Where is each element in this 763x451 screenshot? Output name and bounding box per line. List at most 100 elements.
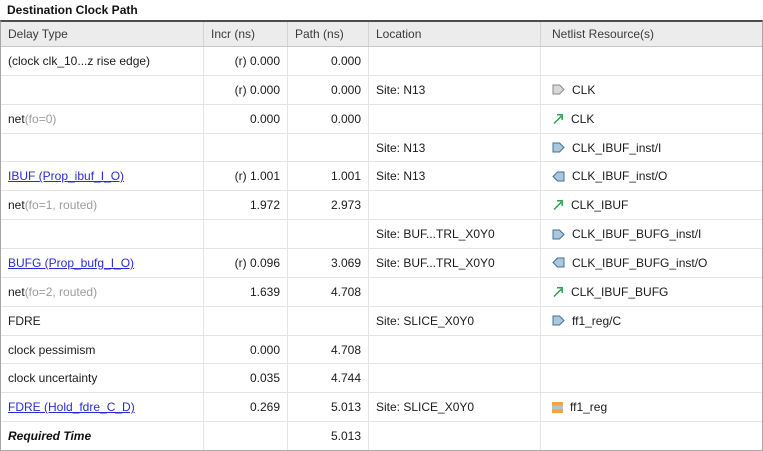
table-row[interactable]: clock uncertainty0.0354.744 — [1, 364, 762, 393]
delay-type-label: (clock clk_10...z rise edge) — [8, 54, 150, 68]
netlist-resource-label[interactable]: CLK_IBUF — [571, 198, 628, 212]
delay-type-cell: FDRE — [1, 307, 204, 335]
path-ns-cell: 4.708 — [288, 336, 369, 364]
net-icon — [552, 113, 564, 125]
delay-type-label: net — [8, 198, 25, 212]
net-icon — [552, 286, 564, 298]
delay-type-cell — [1, 76, 204, 104]
delay-type-annotation: (fo=2, routed) — [25, 285, 97, 299]
table-row[interactable]: (r) 0.0000.000Site: N13CLK — [1, 76, 762, 105]
table-row[interactable]: FDRE (Hold_fdre_C_D)0.2695.013Site: SLIC… — [1, 393, 762, 422]
incr-ns-cell: 0.000 — [204, 336, 288, 364]
destination-clock-path-table: Delay Type Incr (ns) Path (ns) Location … — [0, 20, 763, 451]
table-row[interactable]: IBUF (Prop_ibuf_I_O) (r) 1.0011.001Site: … — [1, 162, 762, 191]
table-row[interactable]: Site: BUF...TRL_X0Y0 CLK_IBUF_BUFG_inst/I — [1, 220, 762, 249]
delay-type-cell: IBUF (Prop_ibuf_I_O) — [1, 162, 204, 190]
location-cell — [369, 278, 541, 306]
path-ns-cell: 5.013 — [288, 422, 369, 450]
pin-output-icon — [552, 171, 565, 182]
incr-ns-cell — [204, 220, 288, 248]
column-header-location[interactable]: Location — [369, 22, 541, 46]
delay-type-link[interactable]: IBUF (Prop_ibuf_I_O) — [8, 169, 124, 183]
delay-type-cell: BUFG (Prop_bufg_I_O) — [1, 249, 204, 277]
cell-icon — [552, 402, 563, 413]
delay-type-annotation: (fo=0) — [25, 112, 57, 126]
path-ns-cell — [288, 307, 369, 335]
table-row[interactable]: clock pessimism0.0004.708 — [1, 336, 762, 365]
table-row[interactable]: net (fo=1, routed)1.9722.973CLK_IBUF — [1, 191, 762, 220]
netlist-resource-cell: CLK — [541, 105, 762, 133]
netlist-resource-label[interactable]: ff1_reg — [570, 400, 607, 414]
column-header-path-ns[interactable]: Path (ns) — [288, 22, 369, 46]
location-cell: Site: SLICE_X0Y0 — [369, 393, 541, 421]
path-ns-cell: 5.013 — [288, 393, 369, 421]
delay-type-cell: net (fo=2, routed) — [1, 278, 204, 306]
incr-ns-cell — [204, 134, 288, 162]
incr-ns-cell: 1.972 — [204, 191, 288, 219]
path-ns-cell: 0.000 — [288, 105, 369, 133]
delay-type-cell: clock uncertainty — [1, 364, 204, 392]
table-row[interactable]: Site: N13CLK_IBUF_inst/I — [1, 134, 762, 163]
location-cell: Site: BUF...TRL_X0Y0 — [369, 249, 541, 277]
table-row[interactable]: FDRE Site: SLICE_X0Y0 ff1_reg/C — [1, 307, 762, 336]
delay-type-link[interactable]: BUFG (Prop_bufg_I_O) — [8, 256, 134, 270]
netlist-resource-cell: CLK — [541, 76, 762, 104]
netlist-resource-cell — [541, 47, 762, 75]
column-header-delay-type[interactable]: Delay Type — [1, 22, 204, 46]
delay-type-cell: Required Time — [1, 422, 204, 450]
delay-type-annotation: (fo=1, routed) — [25, 198, 97, 212]
path-ns-cell: 4.744 — [288, 364, 369, 392]
column-header-netlist-resources[interactable]: Netlist Resource(s) — [541, 22, 762, 46]
delay-type-link[interactable]: FDRE (Hold_fdre_C_D) — [8, 400, 135, 414]
table-row[interactable]: Required Time 5.013 — [1, 422, 762, 450]
table-body: (clock clk_10...z rise edge)(r) 0.0000.0… — [1, 47, 762, 450]
path-ns-cell: 2.973 — [288, 191, 369, 219]
netlist-resource-label[interactable]: CLK — [571, 112, 594, 126]
netlist-resource-label[interactable]: CLK_IBUF_BUFG_inst/O — [572, 256, 707, 270]
incr-ns-cell — [204, 422, 288, 450]
path-ns-cell: 0.000 — [288, 76, 369, 104]
table-row[interactable]: net (fo=0)0.0000.000CLK — [1, 105, 762, 134]
location-cell: Site: BUF...TRL_X0Y0 — [369, 220, 541, 248]
location-cell — [369, 191, 541, 219]
section-title: Destination Clock Path — [0, 0, 763, 20]
path-ns-cell: 1.001 — [288, 162, 369, 190]
timing-report-panel: Destination Clock Path Delay Type Incr (… — [0, 0, 763, 451]
netlist-resource-cell: ff1_reg/C — [541, 307, 762, 335]
table-row[interactable]: net (fo=2, routed)1.6394.708CLK_IBUF_BUF… — [1, 278, 762, 307]
delay-type-cell — [1, 220, 204, 248]
netlist-resource-label[interactable]: CLK_IBUF_BUFG — [571, 285, 668, 299]
netlist-resource-label[interactable]: CLK — [572, 83, 595, 97]
net-icon — [552, 199, 564, 211]
netlist-resource-cell: ff1_reg — [541, 393, 762, 421]
column-header-incr-ns[interactable]: Incr (ns) — [204, 22, 288, 46]
delay-type-cell: (clock clk_10...z rise edge) — [1, 47, 204, 75]
netlist-resource-label[interactable]: ff1_reg/C — [572, 314, 621, 328]
incr-ns-cell: 0.000 — [204, 105, 288, 133]
table-row[interactable]: BUFG (Prop_bufg_I_O)(r) 0.0963.069Site: … — [1, 249, 762, 278]
pin-input-icon — [552, 315, 565, 326]
port-input-icon — [552, 84, 565, 95]
netlist-resource-cell: CLK_IBUF_BUFG_inst/O — [541, 249, 762, 277]
netlist-resource-label[interactable]: CLK_IBUF_BUFG_inst/I — [572, 227, 701, 241]
table-row[interactable]: (clock clk_10...z rise edge)(r) 0.0000.0… — [1, 47, 762, 76]
netlist-resource-label[interactable]: CLK_IBUF_inst/I — [572, 141, 661, 155]
location-cell: Site: SLICE_X0Y0 — [369, 307, 541, 335]
location-cell — [369, 105, 541, 133]
location-cell: Site: N13 — [369, 162, 541, 190]
delay-type-cell: net (fo=0) — [1, 105, 204, 133]
location-cell: Site: N13 — [369, 76, 541, 104]
location-cell — [369, 47, 541, 75]
delay-type-cell: net (fo=1, routed) — [1, 191, 204, 219]
netlist-resource-cell — [541, 336, 762, 364]
location-cell — [369, 364, 541, 392]
incr-ns-cell: (r) 0.096 — [204, 249, 288, 277]
delay-type-cell: FDRE (Hold_fdre_C_D) — [1, 393, 204, 421]
incr-ns-cell: (r) 1.001 — [204, 162, 288, 190]
incr-ns-cell: 1.639 — [204, 278, 288, 306]
netlist-resource-label[interactable]: CLK_IBUF_inst/O — [572, 169, 667, 183]
pin-input-icon — [552, 229, 565, 240]
delay-type-cell: clock pessimism — [1, 336, 204, 364]
delay-type-label: net — [8, 112, 25, 126]
netlist-resource-cell: CLK_IBUF_inst/O — [541, 162, 762, 190]
